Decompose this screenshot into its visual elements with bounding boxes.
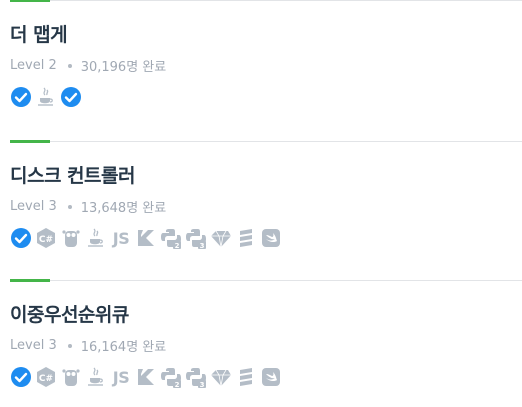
problem-solved-count: 13,648명 완료 [80,201,167,216]
problem-level: Level 3 [10,199,57,214]
problem-title[interactable]: 더 맵게 [10,20,68,47]
problem-level: Level 2 [10,58,57,73]
swift-icon [260,366,282,388]
problem-card[interactable]: 디스크 컨트롤러 Level 3 13,648명 완료 C# JS 2 3 [10,140,522,281]
problem-card[interactable]: 더 맵게 Level 2 30,196명 완료 [10,0,522,140]
card-divider [10,0,522,1]
separator-dot [67,204,72,209]
card-accent-bar [10,279,50,282]
check-icon [60,86,82,108]
scala-icon [235,227,257,249]
card-accent-bar [10,140,50,143]
java-icon [85,366,107,388]
check-icon [10,86,32,108]
separator-dot [67,343,72,348]
svg-text:C#: C# [39,235,53,245]
javascript-icon: JS [112,367,130,387]
card-divider [10,280,522,281]
python3-icon: 3 [185,366,207,388]
card-accent-bar [10,0,50,2]
problem-title[interactable]: 디스크 컨트롤러 [10,161,135,188]
python3-icon: 3 [185,227,207,249]
ruby-icon [210,227,232,249]
svg-text:3: 3 [200,381,205,388]
csharp-icon: C# [35,227,57,249]
kotlin-icon [135,227,157,249]
problem-solved-count: 16,164명 완료 [80,340,167,355]
python2-icon: 2 [160,227,182,249]
separator-dot [67,63,72,68]
python2-icon: 2 [160,366,182,388]
language-list: C# JS 2 3 [10,366,285,388]
svg-text:C#: C# [39,374,53,384]
ruby-icon [210,366,232,388]
csharp-icon: C# [35,366,57,388]
problem-meta: Level 3 16,164명 완료 [10,336,166,355]
svg-text:2: 2 [175,381,180,388]
problem-list: 더 맵게 Level 2 30,196명 완료 디스크 컨트롤러 Level 3… [0,0,522,407]
problem-solved-count: 30,196명 완료 [80,60,167,75]
scala-icon [235,366,257,388]
java-icon [85,227,107,249]
problem-meta: Level 2 30,196명 완료 [10,56,166,75]
problem-card[interactable]: 이중우선순위큐 Level 3 16,164명 완료 C# JS 2 3 [10,279,522,407]
svg-text:2: 2 [175,242,180,249]
check-icon [10,366,32,388]
card-divider [10,141,522,142]
go-icon [60,366,82,388]
java-icon [35,86,57,108]
svg-text:3: 3 [200,242,205,249]
javascript-icon: JS [112,228,130,248]
problem-meta: Level 3 13,648명 완료 [10,197,166,216]
problem-level: Level 3 [10,338,57,353]
problem-title[interactable]: 이중우선순위큐 [10,300,129,327]
language-list: C# JS 2 3 [10,227,285,249]
go-icon [60,227,82,249]
check-icon [10,227,32,249]
kotlin-icon [135,366,157,388]
language-list [10,86,85,108]
swift-icon [260,227,282,249]
